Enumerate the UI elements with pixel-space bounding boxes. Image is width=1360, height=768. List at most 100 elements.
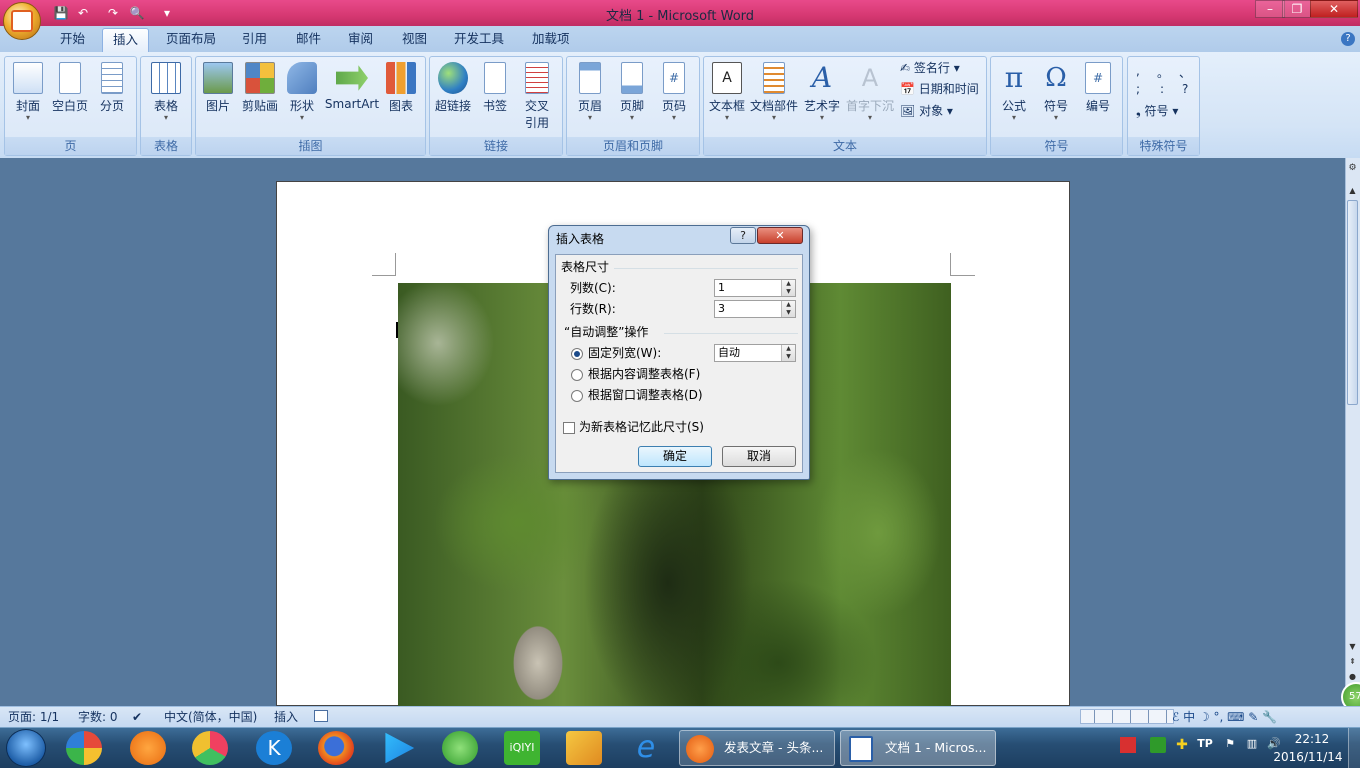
cross-reference-button[interactable]: 交叉 引用: [517, 62, 557, 132]
fit-content-radio[interactable]: [571, 369, 583, 381]
symbol-semicolon[interactable]: ;: [1136, 82, 1150, 98]
tab-references[interactable]: 引用: [232, 28, 277, 52]
remember-size-checkbox[interactable]: [563, 422, 575, 434]
start-button[interactable]: [6, 729, 46, 767]
browser360-app-icon[interactable]: [192, 731, 228, 765]
object-button[interactable]: 🖼 对象 ▾: [900, 101, 953, 121]
prev-page-icon[interactable]: ⇞: [1346, 657, 1359, 669]
maximize-button[interactable]: ❐: [1282, 0, 1312, 18]
fixed-width-spinner[interactable]: 自动 ▲ ▼: [714, 344, 796, 362]
signature-line-button[interactable]: ✍ 签名行 ▾: [900, 58, 960, 78]
header-button[interactable]: 页眉 ▾: [572, 62, 608, 132]
numbering-button[interactable]: # 编号: [1080, 62, 1116, 132]
section-table-size: 表格尺寸: [561, 260, 610, 274]
rows-spinner[interactable]: 3 ▲ ▼: [714, 300, 796, 318]
tab-home[interactable]: 开始: [50, 28, 95, 52]
box-app-icon[interactable]: [566, 731, 602, 765]
tray-app-icon[interactable]: [1120, 737, 1136, 753]
help-icon[interactable]: ?: [1341, 32, 1355, 46]
clock-time[interactable]: 22:12: [1282, 731, 1342, 747]
iqiyi-app-icon[interactable]: iQIYI: [504, 731, 540, 765]
page-number-button[interactable]: # 页码 ▾: [656, 62, 692, 132]
tab-insert[interactable]: 插入: [102, 28, 150, 52]
tab-add-ins[interactable]: 加载项: [522, 28, 580, 52]
ime-toolbar[interactable]: ℰ 中 ☽ °, ⌨ ✎ 🔧: [1172, 708, 1277, 726]
shapes-button[interactable]: 形状 ▾: [284, 62, 320, 132]
word-count[interactable]: 字数: 0: [78, 707, 118, 727]
symbol-button[interactable]: Ω 符号 ▾: [1038, 62, 1074, 132]
clip-art-button[interactable]: 剪贴画: [240, 62, 280, 132]
symbol-comma[interactable]: ,: [1136, 64, 1150, 80]
spin-arrows-icon[interactable]: ▲ ▼: [781, 345, 795, 361]
ruler-toggle-icon[interactable]: ⚙: [1346, 163, 1359, 175]
insert-mode[interactable]: 插入: [274, 707, 298, 727]
clock-date[interactable]: 2016/11/14: [1270, 749, 1346, 765]
qq-app-icon[interactable]: [130, 731, 166, 765]
page-count[interactable]: 页面: 1/1: [8, 707, 59, 727]
network-icon[interactable]: ▥: [1244, 737, 1260, 753]
wordart-button[interactable]: A 艺术字 ▾: [802, 62, 842, 132]
office-button[interactable]: [3, 2, 41, 40]
pinwheel-app-icon[interactable]: [66, 731, 102, 765]
hyperlink-button[interactable]: 超链接: [433, 62, 473, 132]
drop-cap-button[interactable]: A 首字下沉 ▾: [845, 62, 895, 132]
macro-record-icon[interactable]: [314, 710, 328, 722]
show-desktop-button[interactable]: [1348, 728, 1360, 768]
proofing-icon[interactable]: ✔: [132, 707, 142, 727]
tab-review[interactable]: 审阅: [338, 28, 383, 52]
tab-page-layout[interactable]: 页面布局: [156, 28, 226, 52]
spin-arrows-icon[interactable]: ▲ ▼: [781, 280, 795, 296]
scroll-down-icon[interactable]: ▼: [1346, 642, 1359, 654]
text-box-button[interactable]: A 文本框 ▾: [707, 62, 747, 132]
cover-page-icon: [13, 62, 43, 94]
dialog-close-button[interactable]: ✕: [757, 227, 803, 244]
tray-flag-icon[interactable]: ⚑: [1222, 737, 1238, 753]
blank-page-button[interactable]: 空白页: [50, 62, 90, 132]
tray-tp-icon[interactable]: TP: [1197, 737, 1213, 753]
bookmark-button[interactable]: 书签: [477, 62, 513, 132]
symbol-colon[interactable]: :: [1160, 82, 1174, 98]
ie-app-icon[interactable]: e: [628, 731, 664, 765]
scroll-up-icon[interactable]: ▲: [1346, 186, 1359, 198]
refresh-app-icon[interactable]: [442, 731, 478, 765]
language-indicator[interactable]: 中文(简体，中国): [164, 707, 257, 727]
symbol-question[interactable]: ?: [1182, 82, 1196, 98]
footer-button[interactable]: 页脚 ▾: [614, 62, 650, 132]
cover-page-button[interactable]: 封面 ▾: [10, 62, 46, 132]
minimize-button[interactable]: –: [1255, 0, 1285, 18]
dialog-help-button[interactable]: ?: [730, 227, 756, 244]
chart-button[interactable]: 图表: [384, 62, 418, 132]
tray-plus-icon[interactable]: ✚: [1174, 737, 1190, 753]
fit-window-radio[interactable]: [571, 390, 583, 402]
tab-developer[interactable]: 开发工具: [444, 28, 514, 52]
special-symbol-dropdown[interactable]: ❟ 符号 ▾: [1136, 101, 1178, 121]
cols-value: 1: [718, 281, 725, 294]
firefox-app-icon[interactable]: [318, 731, 354, 765]
taskbar-app-word[interactable]: 文档 1 - Micros...: [840, 730, 996, 766]
page-break-button[interactable]: 分页: [94, 62, 130, 132]
table-button[interactable]: 表格 ▾: [146, 62, 186, 132]
spin-arrows-icon[interactable]: ▲ ▼: [781, 301, 795, 317]
tab-view[interactable]: 视图: [392, 28, 437, 52]
tray-iqiyi-icon[interactable]: [1150, 737, 1166, 753]
date-time-button[interactable]: 📅 日期和时间: [900, 79, 979, 99]
quick-parts-button[interactable]: 文档部件 ▾: [750, 62, 798, 132]
close-button[interactable]: ✕: [1310, 0, 1358, 18]
rows-value: 3: [718, 302, 725, 315]
fit-window-label: 根据窗口调整表格(D): [588, 388, 703, 402]
picture-button[interactable]: 图片: [200, 62, 236, 132]
wordart-icon: A: [811, 61, 833, 94]
cols-spinner[interactable]: 1 ▲ ▼: [714, 279, 796, 297]
scroll-thumb[interactable]: [1347, 200, 1358, 405]
fixed-width-radio[interactable]: [571, 348, 583, 360]
symbol-enum-comma[interactable]: 、: [1179, 64, 1193, 80]
kugou-app-icon[interactable]: K: [256, 731, 292, 765]
equation-button[interactable]: π 公式 ▾: [996, 62, 1032, 132]
symbol-period[interactable]: 。: [1157, 64, 1171, 80]
cancel-button[interactable]: 取消: [722, 446, 796, 467]
ok-button[interactable]: 确定: [638, 446, 712, 467]
taskbar-app-toutiao[interactable]: 发表文章 - 头条...: [679, 730, 835, 766]
tab-mailings[interactable]: 邮件: [286, 28, 331, 52]
view-buttons[interactable]: [1080, 709, 1174, 724]
smartart-button[interactable]: SmartArt: [324, 62, 380, 132]
